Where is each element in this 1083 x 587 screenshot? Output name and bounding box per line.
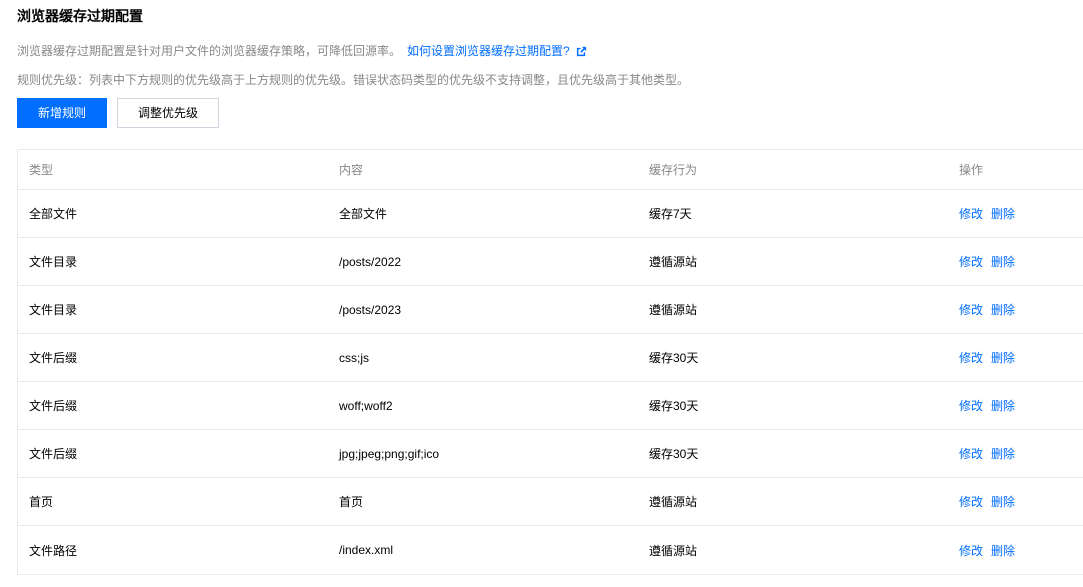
cell-content: jpg;jpeg;png;gif;ico — [339, 446, 440, 461]
external-link-icon[interactable] — [576, 46, 587, 57]
cell-behavior: 缓存30天 — [649, 447, 699, 461]
help-link[interactable]: 如何设置浏览器缓存过期配置? — [407, 44, 570, 58]
delete-link[interactable]: 删除 — [991, 445, 1015, 462]
cell-type: 文件路径 — [29, 543, 78, 558]
cell-type: 首页 — [29, 495, 54, 509]
edit-link[interactable]: 修改 — [959, 445, 983, 462]
cell-content: 全部文件 — [339, 207, 388, 221]
delete-link[interactable]: 删除 — [991, 349, 1015, 366]
column-header-actions: 操作 — [959, 163, 984, 177]
cell-behavior: 遵循源站 — [649, 543, 698, 558]
delete-link[interactable]: 删除 — [991, 301, 1015, 318]
edit-link[interactable]: 修改 — [959, 493, 983, 510]
delete-link[interactable]: 删除 — [991, 205, 1015, 222]
column-header-behavior: 缓存行为 — [649, 163, 698, 177]
cell-type: 文件目录 — [29, 255, 78, 269]
cell-type: 文件后缀 — [29, 447, 78, 461]
column-header-type: 类型 — [29, 163, 54, 177]
cell-content: /posts/2023 — [339, 302, 402, 317]
delete-link[interactable]: 删除 — [991, 542, 1015, 559]
cell-content: /index.xml — [339, 543, 394, 557]
cell-actions: 修改 删除 — [959, 190, 1023, 237]
cell-actions: 修改 删除 — [959, 382, 1023, 429]
cell-type: 全部文件 — [29, 207, 78, 221]
cell-behavior: 缓存7天 — [649, 207, 692, 221]
page-title: 浏览器缓存过期配置 — [17, 8, 143, 24]
delete-link[interactable]: 删除 — [991, 493, 1015, 510]
cell-behavior: 遵循源站 — [649, 303, 698, 317]
cell-behavior: 遵循源站 — [649, 255, 698, 269]
edit-link[interactable]: 修改 — [959, 301, 983, 318]
table-row: 全部文件 全部文件 缓存7天 修改 删除 — [18, 190, 1083, 238]
adjust-priority-button[interactable]: 调整优先级 — [117, 98, 219, 128]
column-header-content: 内容 — [339, 163, 364, 177]
table-row: 文件目录 /posts/2022 遵循源站 修改 删除 — [18, 238, 1083, 286]
cell-content: 首页 — [339, 495, 364, 509]
priority-note: 规则优先级：列表中下方规则的优先级高于上方规则的优先级。错误状态码类型的优先级不… — [17, 73, 690, 87]
table-row: 文件路径 /index.xml 遵循源站 修改 删除 — [18, 526, 1083, 574]
cell-actions: 修改 删除 — [959, 334, 1023, 381]
edit-link[interactable]: 修改 — [959, 397, 983, 414]
table-row: 文件后缀 jpg;jpeg;png;gif;ico 缓存30天 修改 删除 — [18, 430, 1083, 478]
cell-actions: 修改 删除 — [959, 526, 1023, 574]
add-rule-button[interactable]: 新增规则 — [17, 98, 107, 128]
table-row: 文件后缀 woff;woff2 缓存30天 修改 删除 — [18, 382, 1083, 430]
cell-type: 文件目录 — [29, 303, 78, 317]
description-text: 浏览器缓存过期配置是针对用户文件的浏览器缓存策略，可降低回源率。 — [17, 44, 402, 58]
cell-behavior: 缓存30天 — [649, 399, 699, 413]
cell-actions: 修改 删除 — [959, 286, 1023, 333]
cell-behavior: 缓存30天 — [649, 351, 699, 365]
cell-content: /posts/2022 — [339, 254, 402, 269]
edit-link[interactable]: 修改 — [959, 205, 983, 222]
cell-actions: 修改 删除 — [959, 478, 1023, 525]
cell-actions: 修改 删除 — [959, 238, 1023, 285]
page-description: 浏览器缓存过期配置是针对用户文件的浏览器缓存策略，可降低回源率。 如何设置浏览器缓… — [17, 42, 587, 60]
cache-rules-table: 类型 内容 缓存行为 操作 全部文件 全部文件 缓存7天 修改 删除 文件目录 … — [17, 149, 1083, 575]
cell-actions: 修改 删除 — [959, 430, 1023, 477]
edit-link[interactable]: 修改 — [959, 349, 983, 366]
cell-type: 文件后缀 — [29, 351, 78, 365]
delete-link[interactable]: 删除 — [991, 253, 1015, 270]
cell-type: 文件后缀 — [29, 399, 78, 413]
table-row: 文件目录 /posts/2023 遵循源站 修改 删除 — [18, 286, 1083, 334]
cell-behavior: 遵循源站 — [649, 495, 698, 509]
table-row: 文件后缀 css;js 缓存30天 修改 删除 — [18, 334, 1083, 382]
cell-content: woff;woff2 — [339, 398, 393, 413]
table-header: 类型 内容 缓存行为 操作 — [18, 150, 1083, 190]
edit-link[interactable]: 修改 — [959, 542, 983, 559]
browser-cache-config-page: 浏览器缓存过期配置 浏览器缓存过期配置是针对用户文件的浏览器缓存策略，可降低回源… — [0, 0, 1083, 587]
table-row: 首页 首页 遵循源站 修改 删除 — [18, 478, 1083, 526]
cell-content: css;js — [339, 350, 369, 365]
edit-link[interactable]: 修改 — [959, 253, 983, 270]
delete-link[interactable]: 删除 — [991, 397, 1015, 414]
